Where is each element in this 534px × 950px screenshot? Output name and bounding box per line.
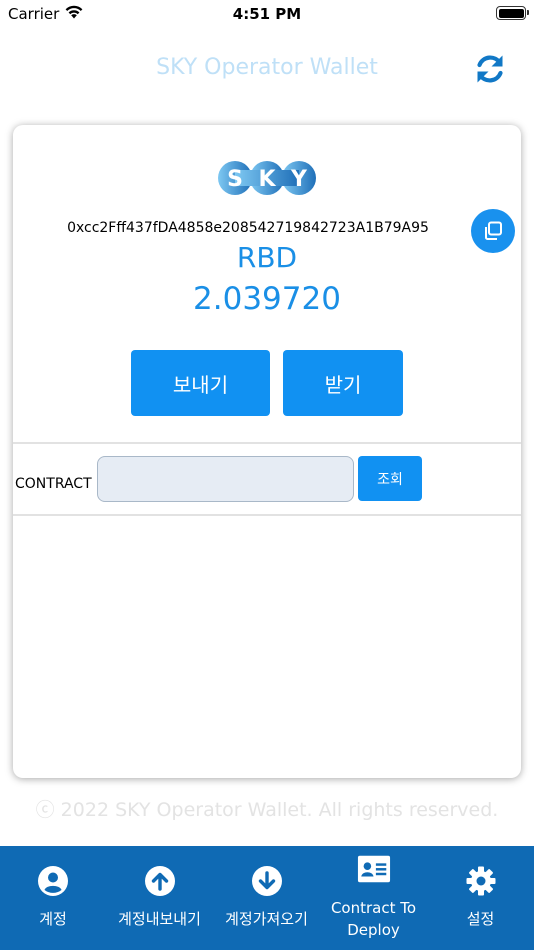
gear-icon	[464, 864, 498, 898]
status-bar: Carrier 4:51 PM	[0, 0, 534, 30]
refresh-icon	[477, 55, 503, 83]
receive-button[interactable]: 받기	[283, 350, 403, 416]
tab-label: 계정가져오기	[225, 910, 308, 928]
app-header: SKY Operator Wallet	[0, 46, 534, 90]
arrow-down-circle-icon	[250, 864, 284, 898]
divider	[13, 514, 521, 516]
tab-account[interactable]: 계정	[0, 846, 106, 950]
svg-text:Y: Y	[290, 167, 308, 192]
tab-label: 계정내보내기	[118, 910, 201, 928]
copy-icon	[485, 221, 502, 240]
tab-label: 설정	[466, 910, 495, 928]
arrow-up-circle-icon	[143, 864, 177, 898]
refresh-button[interactable]	[470, 49, 510, 89]
token-symbol: RBD	[236, 241, 298, 274]
svg-text:K: K	[258, 167, 276, 192]
tab-import-account[interactable]: 계정가져오기	[213, 846, 320, 950]
svg-text:S: S	[227, 167, 243, 192]
battery-icon	[496, 6, 529, 20]
tab-settings[interactable]: 설정	[427, 846, 534, 950]
query-button[interactable]: 조회	[358, 456, 422, 501]
wallet-address: 0xcc2Fff437fDA4858e208542719842723A1B79A…	[67, 220, 429, 236]
token-balance: 2.039720	[193, 281, 341, 317]
user-circle-icon	[36, 864, 70, 898]
sky-logo: S K Y	[218, 160, 316, 196]
tab-contract-deploy[interactable]: Contract To Deploy	[320, 846, 427, 950]
tab-label: 계정	[39, 910, 67, 928]
divider	[13, 442, 521, 444]
send-button[interactable]: 보내기	[131, 350, 270, 416]
contract-address-input[interactable]	[97, 456, 354, 502]
clock: 4:51 PM	[232, 5, 302, 23]
id-card-icon	[357, 852, 391, 886]
app-title: SKY Operator Wallet	[156, 55, 378, 80]
tab-export-account[interactable]: 계정내보내기	[106, 846, 213, 950]
copyright-text: ⓒ 2022 SKY Operator Wallet. All rights r…	[35, 799, 499, 821]
contract-label: CONTRACT :	[15, 476, 101, 492]
tab-bar: 계정 계정내보내기 계정가져오기 Contract To Deploy 설정	[0, 846, 534, 950]
tab-label: Contract To Deploy	[330, 899, 417, 939]
wallet-card: S K Y 0xcc2Fff437fDA4858e208542719842723…	[13, 125, 521, 778]
